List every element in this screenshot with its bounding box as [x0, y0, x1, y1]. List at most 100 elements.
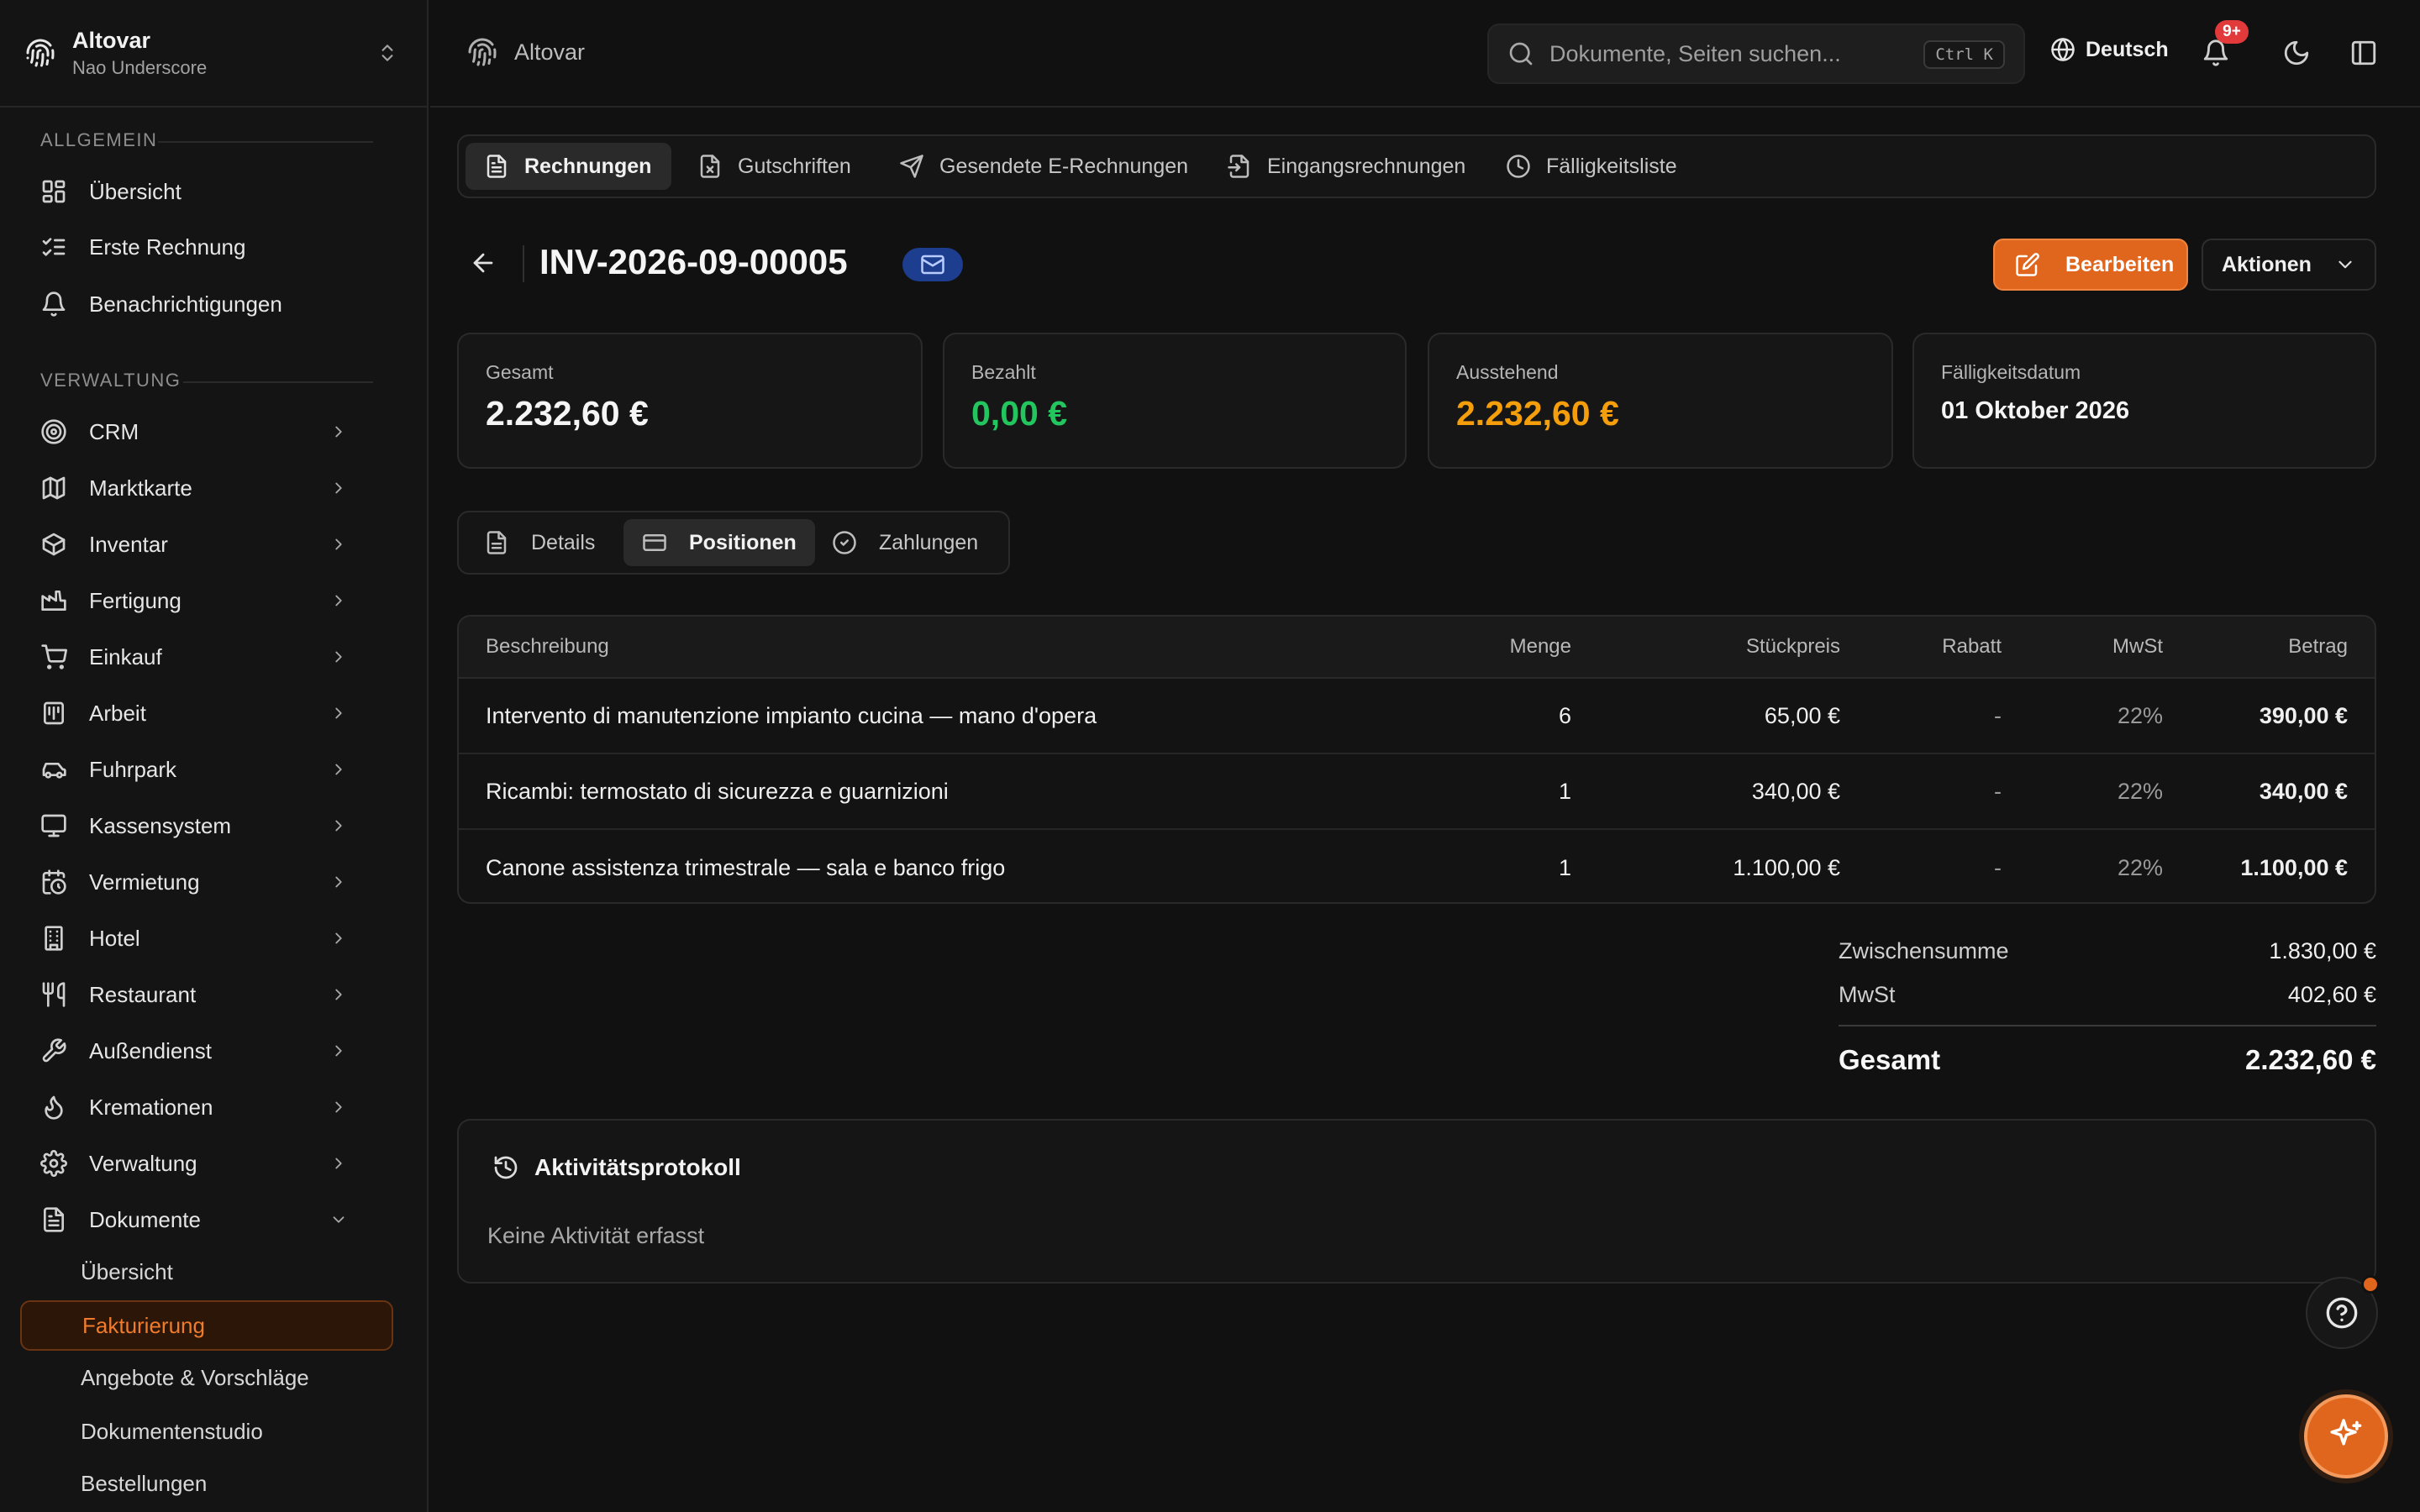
chevron-right-icon: [329, 591, 348, 610]
moon-icon[interactable]: [2282, 39, 2311, 67]
vat-row: MwSt 402,60 €: [1839, 981, 2376, 1007]
col-vat: MwSt: [2112, 635, 2163, 658]
settings-icon: [40, 1150, 67, 1177]
sidebar-item-fleet[interactable]: Fuhrpark: [22, 746, 393, 793]
chevron-right-icon: [329, 760, 348, 779]
sidebar-item-administration[interactable]: Verwaltung: [22, 1140, 393, 1187]
sidebar-item-work[interactable]: Arbeit: [22, 690, 393, 737]
cart-icon: [40, 643, 67, 670]
search-input[interactable]: [1549, 40, 1919, 67]
chevron-down-icon: [329, 1210, 348, 1229]
fingerprint-logo-icon: [25, 38, 55, 68]
sidebar-item-restaurant[interactable]: Restaurant: [22, 971, 393, 1018]
subtotal-row: Zwischensumme 1.830,00 €: [1839, 937, 2376, 963]
document-tabs: Rechnungen Gutschriften Gesendete E-Rech…: [457, 134, 2376, 198]
tab-credit-notes[interactable]: Gutschriften: [679, 143, 871, 190]
clipboard-icon: [40, 700, 67, 727]
chevron-right-icon: [329, 535, 348, 554]
sidebar-item-cremations[interactable]: Kremationen: [22, 1084, 393, 1131]
back-arrow-icon[interactable]: [469, 249, 497, 277]
sidebar-sub-document-studio[interactable]: Dokumentenstudio: [20, 1406, 393, 1457]
sidebar-item-market-map[interactable]: Marktkarte: [22, 465, 393, 512]
wrench-icon: [40, 1037, 67, 1064]
edit-button[interactable]: Bearbeiten: [1993, 239, 2188, 291]
chevron-right-icon: [329, 873, 348, 891]
totals-divider: [1839, 1025, 2376, 1026]
sidebar: Altovar Nao Underscore ALLGEMEIN Übersic…: [0, 0, 429, 1512]
check-circle-icon: [832, 530, 857, 555]
section-label-general: ALLGEMEIN: [40, 129, 373, 151]
chevron-right-icon: [329, 929, 348, 948]
utensils-icon: [40, 981, 67, 1008]
breadcrumb[interactable]: Altovar: [467, 37, 585, 67]
sidebar-item-purchasing[interactable]: Einkauf: [22, 633, 393, 680]
global-search[interactable]: Ctrl K: [1487, 24, 2025, 84]
search-shortcut: Ctrl K: [1923, 40, 2005, 69]
language-switcher[interactable]: Deutsch: [2050, 37, 2169, 62]
chevron-right-icon: [329, 423, 348, 441]
tab-due-list[interactable]: Fälligkeitsliste: [1487, 143, 1697, 190]
sidebar-sub-overview[interactable]: Übersicht: [20, 1247, 393, 1297]
card-total: Gesamt 2.232,60 €: [457, 333, 923, 469]
tab-details[interactable]: Details: [466, 519, 613, 566]
paid-amount: 0,00 €: [971, 394, 1067, 433]
sidebar-item-rental[interactable]: Vermietung: [22, 858, 393, 906]
send-icon: [899, 154, 924, 179]
line-items-table: Beschreibung Menge Stückpreis Rabatt MwS…: [457, 615, 2376, 904]
col-quantity: Menge: [1509, 635, 1571, 658]
activity-log: Aktivitätsprotokoll Keine Aktivität erfa…: [457, 1119, 2376, 1284]
bell-icon: [40, 291, 67, 318]
chevron-right-icon: [329, 816, 348, 835]
sidebar-item-field-service[interactable]: Außendienst: [22, 1027, 393, 1074]
file-text-icon: [484, 154, 509, 179]
sidebar-sub-quotes[interactable]: Angebote & Vorschläge: [20, 1352, 393, 1403]
help-button[interactable]: [2306, 1275, 2380, 1349]
map-icon: [40, 475, 67, 501]
table-row[interactable]: Ricambi: termostato di sicurezza e guarn…: [459, 754, 2375, 830]
ai-assistant-button[interactable]: [2304, 1394, 2388, 1478]
language-label: Deutsch: [2086, 37, 2169, 61]
tab-invoices[interactable]: Rechnungen: [466, 143, 672, 190]
col-amount: Betrag: [2288, 635, 2348, 658]
notification-badge: 9+: [2215, 20, 2249, 44]
user-name: Nao Underscore: [72, 57, 208, 78]
table-row[interactable]: Canone assistenza trimestrale — sala e b…: [459, 830, 2375, 902]
table-row[interactable]: Intervento di manutenzione impianto cuci…: [459, 679, 2375, 754]
sidebar-item-documents[interactable]: Dokumente: [22, 1196, 393, 1243]
tab-payments[interactable]: Zahlungen: [813, 519, 997, 566]
box-icon: [40, 531, 67, 558]
list-checks-icon: [40, 234, 67, 260]
workspace-switcher[interactable]: Altovar Nao Underscore: [0, 0, 427, 108]
chevron-down-icon: [2334, 254, 2356, 276]
search-icon: [1507, 40, 1534, 67]
chevron-right-icon: [329, 1042, 348, 1060]
help-circle-icon: [2325, 1296, 2359, 1330]
sidebar-item-pos[interactable]: Kassensystem: [22, 802, 393, 849]
chevron-right-icon: [329, 648, 348, 666]
sidebar-item-hotel[interactable]: Hotel: [22, 915, 393, 962]
tab-incoming-invoices[interactable]: Eingangsrechnungen: [1208, 143, 1486, 190]
sidebar-item-manufacturing[interactable]: Fertigung: [22, 577, 393, 624]
sidebar-item-overview[interactable]: Übersicht: [22, 168, 393, 215]
col-discount: Rabatt: [1942, 635, 2002, 658]
sidebar-item-crm[interactable]: CRM: [22, 408, 393, 455]
subtotal-value: 1.830,00 €: [2269, 937, 2376, 963]
tab-positions[interactable]: Positionen: [623, 519, 815, 566]
sidebar-sub-orders[interactable]: Bestellungen: [20, 1458, 393, 1509]
grand-total-row: Gesamt 2.232,60 €: [1839, 1044, 2376, 1075]
chevron-right-icon: [329, 1154, 348, 1173]
sidebar-item-notifications[interactable]: Benachrichtigungen: [22, 281, 393, 328]
activity-header: Aktivitätsprotokoll: [492, 1154, 741, 1181]
workspace-name: Altovar: [72, 28, 151, 53]
due-date: 01 Oktober 2026: [1941, 397, 2130, 424]
dashboard-icon: [40, 178, 67, 205]
section-label-admin: VERWALTUNG: [40, 370, 373, 391]
table-header: Beschreibung Menge Stückpreis Rabatt MwS…: [459, 617, 2375, 679]
tab-sent-e-invoices[interactable]: Gesendete E-Rechnungen: [881, 143, 1208, 190]
panel-toggle-icon[interactable]: [2349, 39, 2378, 67]
sidebar-sub-invoicing[interactable]: Fakturierung: [20, 1300, 393, 1351]
sidebar-item-inventory[interactable]: Inventar: [22, 521, 393, 568]
actions-dropdown[interactable]: Aktionen: [2202, 239, 2376, 291]
sidebar-item-first-invoice[interactable]: Erste Rechnung: [22, 223, 393, 270]
globe-icon: [2050, 37, 2075, 62]
